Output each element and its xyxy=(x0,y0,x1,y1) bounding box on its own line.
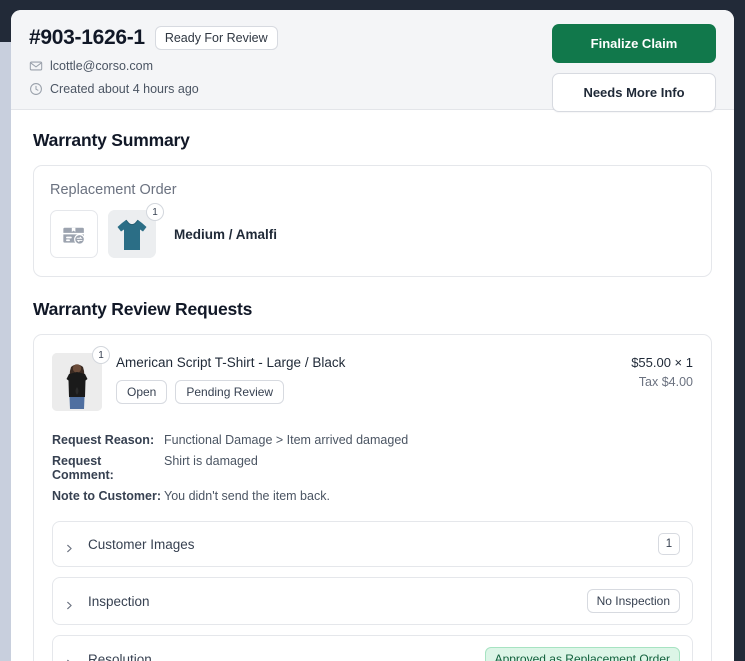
mail-icon xyxy=(29,59,43,73)
detail-key: Request Comment: xyxy=(52,454,164,482)
request-details: Request Reason: Functional Damage > Item… xyxy=(52,433,693,503)
status-badge: Ready For Review xyxy=(155,26,278,50)
detail-row: Request Comment: Shirt is damaged xyxy=(52,454,693,482)
request-review-chip: Pending Review xyxy=(175,380,284,404)
chevron-right-icon xyxy=(65,540,74,549)
replacement-item-thumbnail: 1 xyxy=(108,210,156,258)
detail-value: Shirt is damaged xyxy=(164,454,258,482)
claim-id: #903-1626-1 xyxy=(29,26,145,50)
claim-title-row: #903-1626-1 Ready For Review xyxy=(29,26,278,50)
needs-more-info-button[interactable]: Needs More Info xyxy=(552,73,716,112)
warranty-summary-card: Replacement Order xyxy=(33,165,712,277)
replacement-order-label: Replacement Order xyxy=(50,182,695,198)
request-sections: Customer Images 1 Inspection No Inspecti… xyxy=(52,521,693,661)
request-quantity-badge: 1 xyxy=(92,346,110,364)
request-status-chips: Open Pending Review xyxy=(116,380,345,404)
review-request-card: 1 American Script T-Shirt - Large / Blac… xyxy=(33,334,712,661)
customer-images-count: 1 xyxy=(658,533,680,555)
claim-header-left: #903-1626-1 Ready For Review lcottle@cor… xyxy=(29,24,278,96)
section-header-left: Inspection xyxy=(65,594,150,609)
customer-email-line: lcottle@corso.com xyxy=(29,59,278,73)
warranty-review-requests-title: Warranty Review Requests xyxy=(33,299,712,320)
claim-header: #903-1626-1 Ready For Review lcottle@cor… xyxy=(11,10,734,110)
warranty-summary-title: Warranty Summary xyxy=(33,130,712,151)
review-request-product: 1 American Script T-Shirt - Large / Blac… xyxy=(52,353,345,411)
request-price: $55.00 × 1 xyxy=(631,355,693,370)
detail-value: Functional Damage > Item arrived damaged xyxy=(164,433,408,447)
detail-key: Note to Customer: xyxy=(52,489,164,503)
section-label: Inspection xyxy=(88,594,150,609)
item-quantity-badge: 1 xyxy=(146,203,164,221)
request-tax: Tax $4.00 xyxy=(631,375,693,389)
finalize-claim-button[interactable]: Finalize Claim xyxy=(552,24,716,63)
replacement-order-items: 1 Medium / Amalfi xyxy=(50,210,695,258)
product-title: American Script T-Shirt - Large / Black xyxy=(116,355,345,370)
replacement-item-variant: Medium / Amalfi xyxy=(174,227,277,242)
section-resolution[interactable]: Resolution Approved as Replacement Order xyxy=(52,635,693,661)
section-label: Resolution xyxy=(88,652,152,661)
clock-icon xyxy=(29,82,43,96)
created-line: Created about 4 hours ago xyxy=(29,82,278,96)
claim-header-actions: Finalize Claim Needs More Info xyxy=(552,24,716,112)
request-price-block: $55.00 × 1 Tax $4.00 xyxy=(631,353,693,389)
customer-email: lcottle@corso.com xyxy=(50,59,153,73)
section-header-left: Customer Images xyxy=(65,537,195,552)
package-exchange-icon xyxy=(50,210,98,258)
section-customer-images[interactable]: Customer Images 1 xyxy=(52,521,693,567)
section-inspection[interactable]: Inspection No Inspection xyxy=(52,577,693,625)
detail-row: Request Reason: Functional Damage > Item… xyxy=(52,433,693,447)
chevron-right-icon xyxy=(65,655,74,661)
inspection-status-badge: No Inspection xyxy=(587,589,680,613)
review-request-header: 1 American Script T-Shirt - Large / Blac… xyxy=(52,353,693,411)
section-header-left: Resolution xyxy=(65,652,152,661)
claim-page-panel: #903-1626-1 Ready For Review lcottle@cor… xyxy=(11,10,734,661)
detail-key: Request Reason: xyxy=(52,433,164,447)
chevron-right-icon xyxy=(65,597,74,606)
review-request-info: American Script T-Shirt - Large / Black … xyxy=(116,353,345,404)
product-thumbnail: 1 xyxy=(52,353,102,411)
created-timestamp: Created about 4 hours ago xyxy=(50,82,199,96)
section-label: Customer Images xyxy=(88,537,195,552)
resolution-status-badge: Approved as Replacement Order xyxy=(485,647,680,661)
claim-content: Warranty Summary Replacement Order xyxy=(11,110,734,661)
request-state-chip: Open xyxy=(116,380,167,404)
detail-value: You didn't send the item back. xyxy=(164,489,330,503)
left-gutter xyxy=(0,42,11,661)
detail-row: Note to Customer: You didn't send the it… xyxy=(52,489,693,503)
